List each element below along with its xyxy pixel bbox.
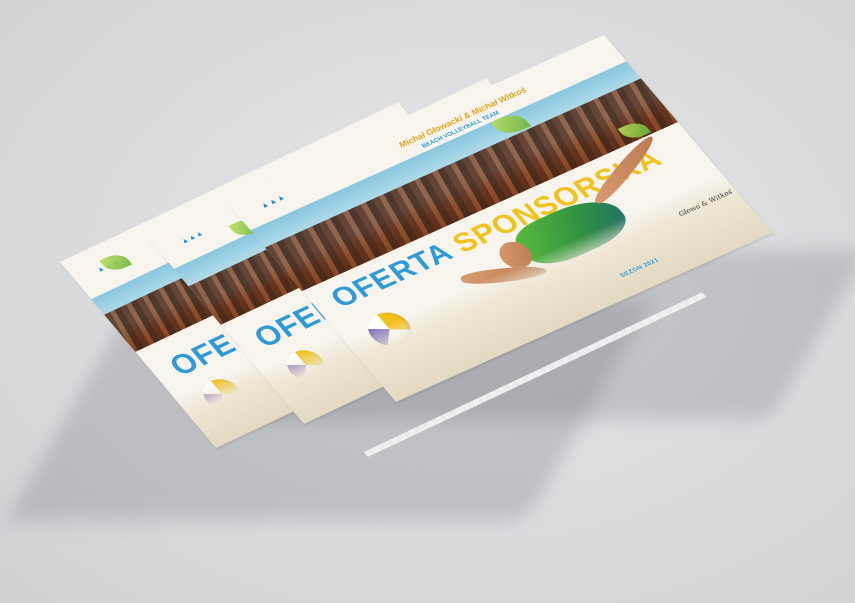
product-mockup-scene: ▲▲▲ OFERTA ▲▲▲ OFERTA	[0, 0, 855, 603]
team-logo-icon: ▲▲▲	[258, 192, 288, 210]
team-logo-icon: ▲▲▲	[178, 228, 206, 246]
